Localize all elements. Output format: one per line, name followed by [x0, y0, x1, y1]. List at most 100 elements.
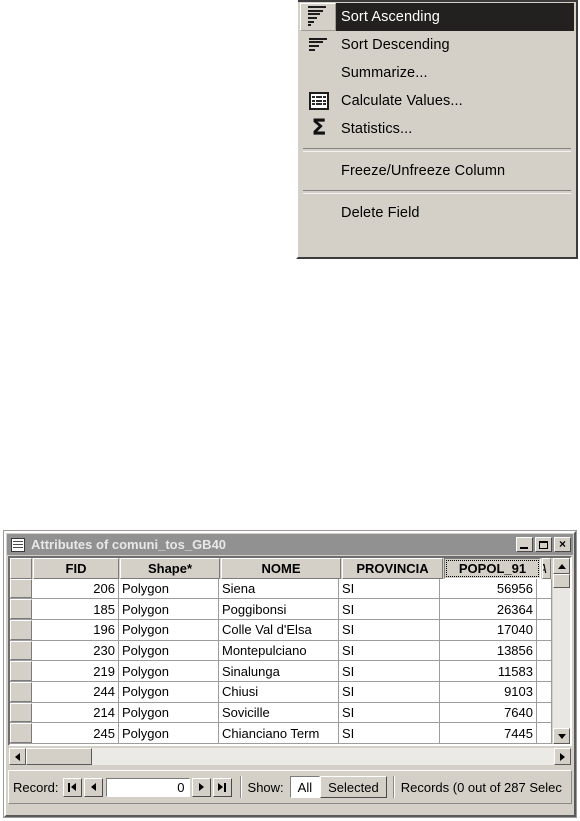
cell-shape[interactable]: Polygon	[119, 619, 219, 640]
cell-fid[interactable]: 245	[33, 723, 119, 743]
column-context-menu[interactable]: Sort Ascending Sort Descending Summarize…	[296, 0, 578, 259]
first-record-button[interactable]	[62, 777, 82, 797]
table-row[interactable]: 245 Polygon Chianciano Term SI 7445	[10, 723, 552, 744]
cell-nome[interactable]: Chianciano Term	[219, 723, 339, 743]
cell-nome[interactable]: Chiusi	[219, 681, 339, 702]
cell-provincia[interactable]: SI	[339, 723, 440, 743]
cell-popol-91[interactable]: 17040	[440, 619, 537, 640]
cell-partial[interactable]	[537, 702, 552, 723]
row-selector[interactable]	[10, 702, 32, 723]
cell-nome[interactable]: Colle Val d'Elsa	[219, 619, 339, 640]
row-selector[interactable]	[10, 681, 32, 702]
menu-item-sort-descending[interactable]: Sort Descending	[300, 31, 574, 59]
row-selector[interactable]	[10, 599, 32, 619]
cell-popol-91[interactable]: 13856	[440, 640, 537, 661]
cell-shape[interactable]: Polygon	[119, 702, 219, 723]
row-selector[interactable]	[10, 640, 32, 661]
vertical-scrollbar-track[interactable]	[553, 588, 570, 728]
vertical-scrollbar[interactable]	[552, 558, 570, 744]
column-header-nome[interactable]: NOME	[221, 558, 341, 579]
minimize-button[interactable]	[516, 537, 533, 552]
cell-provincia[interactable]: SI	[339, 640, 440, 661]
cell-fid[interactable]: 230	[33, 640, 119, 661]
horizontal-scrollbar-track[interactable]	[92, 748, 554, 765]
cell-partial[interactable]	[537, 661, 552, 681]
table-row[interactable]: 196 Polygon Colle Val d'Elsa SI 17040	[10, 619, 552, 641]
close-button[interactable]: ×	[554, 537, 571, 552]
column-header-popol-91[interactable]: POPOL_91	[444, 558, 541, 579]
cell-provincia[interactable]: SI	[339, 578, 440, 599]
cell-shape[interactable]: Polygon	[119, 661, 219, 681]
cell-provincia[interactable]: SI	[339, 599, 440, 619]
menu-item-summarize[interactable]: Summarize...	[300, 59, 574, 87]
cell-provincia[interactable]: SI	[339, 661, 440, 681]
row-selector[interactable]	[10, 661, 32, 681]
row-selector[interactable]	[10, 619, 32, 640]
table-row[interactable]: 219 Polygon Sinalunga SI 11583	[10, 661, 552, 682]
cell-fid[interactable]: 214	[33, 702, 119, 723]
cell-nome[interactable]: Montepulciano	[219, 640, 339, 661]
show-selected-toggle[interactable]: Selected	[320, 776, 387, 798]
cell-partial[interactable]	[537, 619, 552, 640]
row-selector[interactable]	[10, 723, 32, 743]
menu-item-delete-field[interactable]: Delete Field	[300, 199, 574, 227]
cell-nome[interactable]: Sovicille	[219, 702, 339, 723]
cell-fid[interactable]: 185	[33, 599, 119, 619]
select-all-header[interactable]	[10, 558, 32, 579]
cell-popol-91[interactable]: 26364	[440, 599, 537, 619]
cell-popol-91[interactable]: 56956	[440, 578, 537, 599]
cell-nome[interactable]: Siena	[219, 578, 339, 599]
table-row[interactable]: 230 Polygon Montepulciano SI 13856	[10, 640, 552, 662]
cell-fid[interactable]: 196	[33, 619, 119, 640]
table-row[interactable]: 206 Polygon Siena SI 56956	[10, 578, 552, 600]
column-header-fid[interactable]: FID	[33, 558, 119, 579]
scroll-down-button[interactable]	[553, 728, 570, 744]
horizontal-scrollbar-thumb[interactable]	[26, 748, 92, 765]
row-selector[interactable]	[10, 578, 32, 599]
cell-partial[interactable]	[537, 640, 552, 661]
cell-provincia[interactable]: SI	[339, 619, 440, 640]
cell-shape[interactable]: Polygon	[119, 640, 219, 661]
last-record-button[interactable]	[212, 777, 232, 797]
next-record-button[interactable]	[191, 777, 211, 797]
cell-popol-91[interactable]: 7445	[440, 723, 537, 743]
cell-partial[interactable]	[537, 723, 552, 743]
cell-partial[interactable]	[537, 578, 552, 599]
maximize-button[interactable]	[535, 537, 552, 552]
table-row[interactable]: 214 Polygon Sovicille SI 7640	[10, 702, 552, 724]
scroll-up-button[interactable]	[553, 558, 570, 574]
cell-popol-91[interactable]: 11583	[440, 661, 537, 681]
table-row[interactable]: 185 Polygon Poggibonsi SI 26364	[10, 599, 552, 620]
table-row[interactable]: 244 Polygon Chiusi SI 9103	[10, 681, 552, 703]
scroll-right-button[interactable]	[554, 748, 571, 765]
title-bar[interactable]: Attributes of comuni_tos_GB40 ×	[7, 534, 573, 555]
cell-fid[interactable]: 244	[33, 681, 119, 702]
column-header-partial[interactable]: A	[542, 558, 551, 579]
record-number-input[interactable]: 0	[105, 777, 190, 797]
vertical-scrollbar-thumb[interactable]	[553, 574, 570, 588]
cell-provincia[interactable]: SI	[339, 702, 440, 723]
scroll-left-button[interactable]	[9, 748, 26, 765]
menu-item-calculate-values[interactable]: Calculate Values...	[300, 87, 574, 115]
show-all-toggle[interactable]: All	[289, 776, 321, 798]
cell-partial[interactable]	[537, 681, 552, 702]
cell-shape[interactable]: Polygon	[119, 599, 219, 619]
cell-shape[interactable]: Polygon	[119, 723, 219, 743]
column-header-shape[interactable]: Shape*	[120, 558, 220, 579]
cell-fid[interactable]: 206	[33, 578, 119, 599]
column-header-provincia[interactable]: PROVINCIA	[342, 558, 443, 579]
cell-partial[interactable]	[537, 599, 552, 619]
cell-provincia[interactable]: SI	[339, 681, 440, 702]
menu-item-freeze-unfreeze-column[interactable]: Freeze/Unfreeze Column	[300, 157, 574, 185]
menu-item-sort-ascending[interactable]: Sort Ascending	[300, 3, 574, 31]
cell-fid[interactable]: 219	[33, 661, 119, 681]
cell-popol-91[interactable]: 7640	[440, 702, 537, 723]
cell-shape[interactable]: Polygon	[119, 578, 219, 599]
previous-record-button[interactable]	[83, 777, 103, 797]
cell-nome[interactable]: Poggibonsi	[219, 599, 339, 619]
horizontal-scrollbar[interactable]	[8, 747, 572, 766]
cell-shape[interactable]: Polygon	[119, 681, 219, 702]
menu-item-statistics[interactable]: Σ Statistics...	[300, 115, 574, 143]
cell-nome[interactable]: Sinalunga	[219, 661, 339, 681]
cell-popol-91[interactable]: 9103	[440, 681, 537, 702]
